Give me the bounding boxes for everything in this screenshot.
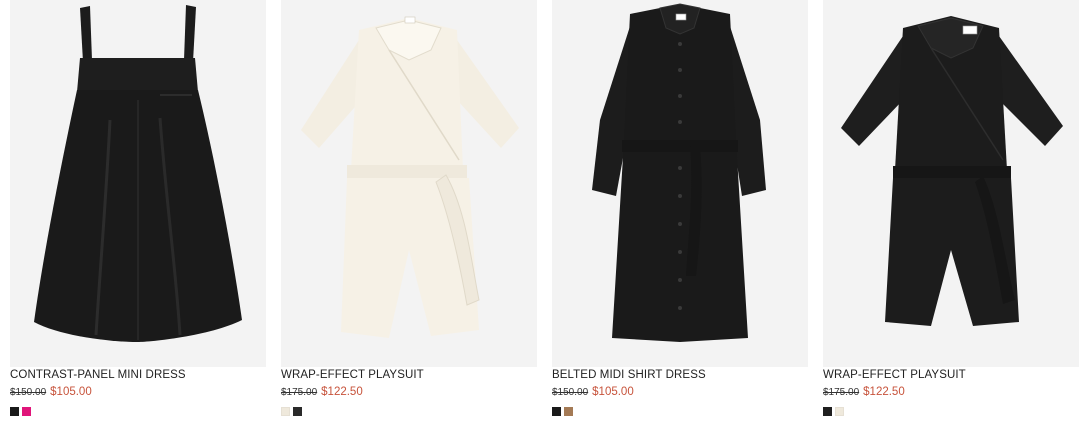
product-prices: $175.00 $122.50 [823,384,905,400]
sale-price: $105.00 [592,386,634,398]
original-price: $175.00 [281,387,318,398]
color-swatch-black[interactable] [552,407,561,416]
product-card: BELTED MIDI SHIRT DRESS $150.00 $105.00 [552,0,808,443]
sale-price: $122.50 [863,386,905,398]
product-image-mini-dress [10,0,266,367]
product-image-link[interactable] [10,0,266,367]
color-swatch-pink[interactable] [22,407,31,416]
color-swatch-cream[interactable] [281,407,290,416]
product-grid: CONTRAST-PANEL MINI DRESS $150.00 $105.00 [0,0,1080,443]
product-image-cream-playsuit [281,0,537,367]
color-swatch-cream[interactable] [835,407,844,416]
original-price: $175.00 [823,387,860,398]
product-image-link[interactable] [281,0,537,367]
color-swatches [281,407,302,416]
product-title[interactable]: WRAP-EFFECT PLAYSUIT [823,368,966,382]
product-title[interactable]: BELTED MIDI SHIRT DRESS [552,368,706,382]
color-swatch-brown[interactable] [564,407,573,416]
color-swatch-black[interactable] [293,407,302,416]
product-title[interactable]: WRAP-EFFECT PLAYSUIT [281,368,424,382]
product-card: CONTRAST-PANEL MINI DRESS $150.00 $105.00 [10,0,266,443]
color-swatches [552,407,573,416]
product-card: WRAP-EFFECT PLAYSUIT $175.00 $122.50 [823,0,1079,443]
color-swatch-black[interactable] [823,407,832,416]
product-image-link[interactable] [552,0,808,367]
product-card: WRAP-EFFECT PLAYSUIT $175.00 $122.50 [281,0,537,443]
product-prices: $175.00 $122.50 [281,384,363,400]
original-price: $150.00 [552,387,589,398]
product-image-black-playsuit [823,0,1079,367]
product-image-link[interactable] [823,0,1079,367]
product-title[interactable]: CONTRAST-PANEL MINI DRESS [10,368,186,382]
product-prices: $150.00 $105.00 [552,384,634,400]
product-prices: $150.00 $105.00 [10,384,92,400]
color-swatches [823,407,844,416]
sale-price: $122.50 [321,386,363,398]
sale-price: $105.00 [50,386,92,398]
color-swatches [10,407,31,416]
original-price: $150.00 [10,387,47,398]
color-swatch-black[interactable] [10,407,19,416]
product-image-shirt-dress [552,0,808,367]
